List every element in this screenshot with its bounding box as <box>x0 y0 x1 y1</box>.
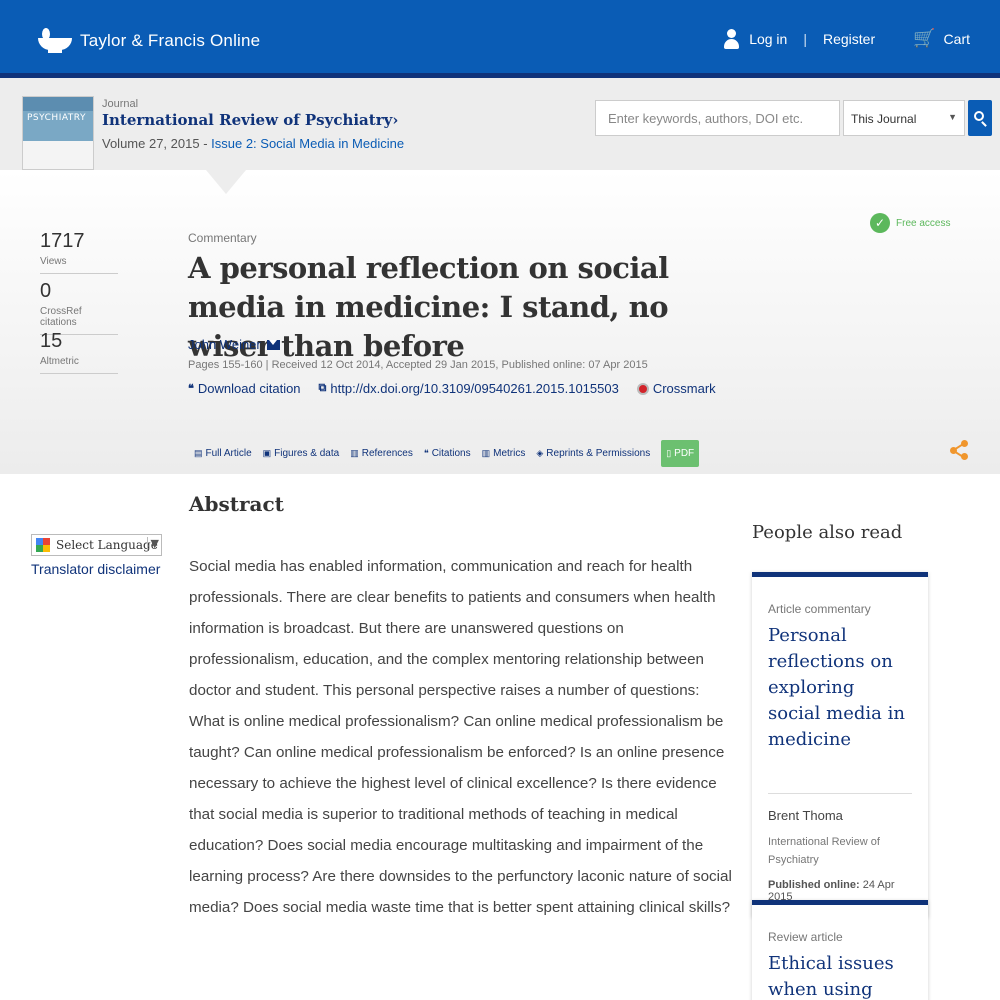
site-header: Taylor & Francis Online Log in | Registe… <box>0 0 1000 78</box>
article-links: ❝ Download citation ⧉ http://dx.doi.org/10… <box>188 381 734 396</box>
card-journal: International Review of Psychiatry <box>768 836 880 866</box>
quote-icon: ❝ <box>423 448 429 458</box>
tab-citations[interactable]: ❝ Citations <box>424 448 471 459</box>
nav-separator: | <box>803 30 807 47</box>
translator-disclaimer-link[interactable]: Translator disclaimer <box>31 561 160 577</box>
volume-info: Volume 27, 2015 - Issue 2: Social Media … <box>102 136 405 151</box>
external-link-icon: ⧉ <box>318 382 327 394</box>
card-author: Brent Thoma <box>768 808 843 823</box>
metric-label: Views <box>40 256 67 267</box>
abstract-heading: Abstract <box>189 492 284 516</box>
tab-reprints[interactable]: ◈ Reprints & Permissions <box>536 448 650 459</box>
cart-icon[interactable]: 🛒 <box>913 28 935 49</box>
quote-icon: ❝ <box>188 383 194 395</box>
author: John Weiner <box>188 337 280 352</box>
chevron-right-icon: › <box>392 111 399 129</box>
article-tabs: ▤ Full Article ▣ Figures & data ▥ Reference… <box>194 440 700 467</box>
search-icon <box>974 111 984 121</box>
pdf-icon: ▯ <box>666 448 672 458</box>
scope-value: This Journal <box>851 112 917 126</box>
chevron-down-icon: ▼ <box>948 112 957 122</box>
related-article-card[interactable]: Article commentary Personal reflections … <box>752 572 928 917</box>
metric-value: 0 <box>40 280 52 302</box>
card-divider <box>768 793 912 794</box>
cart-link[interactable]: Cart <box>944 31 970 47</box>
metric-label: CrossRef citations <box>40 306 82 328</box>
metric-value: 1717 <box>40 230 85 252</box>
tab-figures[interactable]: ▣ Figures & data <box>263 448 340 459</box>
search-button[interactable] <box>968 100 992 136</box>
metric-altmetric[interactable]: 15 Altmetric <box>40 330 118 374</box>
metric-label: Altmetric <box>40 356 79 367</box>
lamp-logo-icon <box>36 28 74 54</box>
search-scope-select[interactable]: This Journal ▼ <box>843 100 965 136</box>
tab-references[interactable]: ▥ References <box>350 448 413 459</box>
free-access-badge: ✓ Free access <box>870 213 950 233</box>
pointer-arrow <box>206 170 246 194</box>
card-type: Review article <box>768 930 843 944</box>
language-select[interactable]: Select Language ▼ <box>31 534 162 556</box>
card-type: Article commentary <box>768 602 871 616</box>
share-icon[interactable] <box>950 440 968 460</box>
site-logo[interactable]: Taylor & Francis Online <box>36 28 260 54</box>
google-icon <box>36 538 50 552</box>
card-title-link[interactable]: Ethical issues when using social media <box>768 951 912 1000</box>
tab-metrics[interactable]: ▥ Metrics <box>482 448 526 459</box>
cover-title: PSYCHIATRY <box>27 113 86 123</box>
crossmark-link[interactable]: Crossmark <box>636 381 716 396</box>
journal-title: International Review of Psychiatry <box>102 111 393 129</box>
issue-link[interactable]: Issue 2: Social Media in Medicine <box>211 136 404 151</box>
doi-link[interactable]: ⧉ http://dx.doi.org/10.3109/09540261.2015… <box>319 381 619 396</box>
chevron-down-icon: ▼ <box>146 537 159 550</box>
metric-crossref[interactable]: 0 CrossRef citations <box>40 280 118 335</box>
file-icon: ▤ <box>194 448 203 458</box>
publication-info: Pages 155-160 | Received 12 Oct 2014, Ac… <box>188 359 648 371</box>
pdf-button[interactable]: ▯ PDF <box>661 440 700 467</box>
mail-icon[interactable] <box>266 339 280 350</box>
metric-views: 1717 Views <box>40 230 118 274</box>
journal-title-link[interactable]: International Review of Psychiatry› <box>102 111 398 129</box>
top-nav: Log in | Register 🛒 Cart <box>723 28 970 49</box>
search-input[interactable]: Enter keywords, authors, DOI etc. <box>595 100 840 136</box>
related-article-card[interactable]: Review article Ethical issues when using… <box>752 900 928 1000</box>
tag-icon: ◈ <box>536 448 544 458</box>
check-icon: ✓ <box>870 213 890 233</box>
tab-full-article[interactable]: ▤ Full Article <box>194 448 252 459</box>
author-link[interactable]: John Weiner <box>188 337 261 352</box>
crossmark-icon <box>636 382 649 395</box>
volume: Volume 27, 2015 <box>102 136 200 151</box>
language-select-label: Select Language <box>56 538 158 552</box>
journal-cover-image[interactable]: PSYCHIATRY <box>22 96 94 170</box>
abstract-text: Social media has enabled information, co… <box>189 558 732 916</box>
image-icon: ▣ <box>262 448 272 458</box>
card-title-link[interactable]: Personal reflections on exploring social… <box>768 623 912 753</box>
bar-chart-icon: ▥ <box>481 448 491 458</box>
metric-value: 15 <box>40 330 63 352</box>
login-link[interactable]: Log in <box>749 31 787 47</box>
user-icon <box>723 28 740 49</box>
download-citation-link[interactable]: ❝ Download citation <box>188 381 301 396</box>
journal-label: Journal <box>102 98 139 110</box>
people-also-read-heading: People also read <box>752 522 903 543</box>
article-type: Commentary <box>188 231 257 245</box>
book-icon: ▥ <box>350 448 359 458</box>
register-link[interactable]: Register <box>823 31 875 47</box>
logo-text: Taylor & Francis Online <box>80 31 261 50</box>
